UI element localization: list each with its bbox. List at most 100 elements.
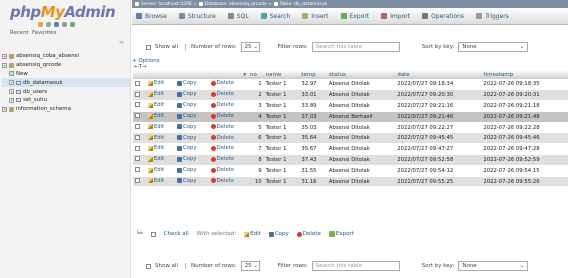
row-checkbox[interactable]	[133, 111, 146, 123]
cell-timestamp[interactable]: 2022-07-26 09:18:35	[481, 79, 568, 91]
copy-button[interactable]: Copy	[177, 145, 196, 151]
row-checkbox[interactable]	[133, 165, 146, 177]
tree-node-label[interactable]: set_suhu	[23, 97, 47, 103]
copy-button[interactable]: Copy	[177, 124, 196, 130]
copy-button[interactable]: Copy	[177, 80, 196, 86]
cell-no[interactable]: 4	[248, 111, 264, 123]
copy-button[interactable]: Copy	[177, 156, 196, 162]
cell-no[interactable]: 2	[248, 89, 264, 102]
cell-no[interactable]: 5	[248, 122, 264, 134]
tree-node-label[interactable]: absensiq_qrcode	[16, 62, 61, 68]
cell-status[interactable]: Absensi Ditolak	[326, 100, 396, 112]
table-row[interactable]: Edit Copy Delete 9 Tester 1 31.55 Absensi Dito…	[133, 165, 568, 177]
rows-select-bottom[interactable]: 25 ⌄	[240, 261, 260, 271]
cell-no[interactable]: 1	[248, 79, 264, 91]
cell-date[interactable]: 2022/07/27 09:52:58	[395, 154, 482, 166]
table-row[interactable]: Edit Copy Delete 1 Tester 1 32.97 Absensi Dito…	[133, 79, 568, 91]
cell-no[interactable]: 8	[248, 154, 264, 166]
show-all-checkbox[interactable]	[146, 44, 151, 50]
edit-button[interactable]: Edit	[147, 124, 164, 130]
copy-button[interactable]: Copy	[177, 167, 196, 173]
rows-select[interactable]: 25 ⌄	[240, 42, 260, 52]
cell-name[interactable]: Tester 1	[263, 89, 300, 102]
table-row[interactable]: Edit Copy Delete 4 Tester 1 37.03 Absensi Berh…	[133, 111, 568, 123]
tree-node-label[interactable]: absensiq_coba_absensi	[16, 53, 79, 59]
cell-status[interactable]: Absensi Ditolak	[326, 89, 396, 102]
check-all-checkbox[interactable]	[150, 231, 156, 237]
cell-timestamp[interactable]: 2022-07-26 09:22:28	[481, 122, 568, 134]
cell-temp[interactable]: 31.55	[299, 165, 327, 177]
expand-icon[interactable]: +	[9, 80, 14, 86]
cell-temp[interactable]: 35.64	[299, 132, 327, 145]
delete-button[interactable]: Delete	[210, 156, 234, 162]
cell-timestamp[interactable]: 2022-07-26 09:55:26	[481, 176, 568, 188]
copy-button[interactable]: Copy	[177, 135, 196, 141]
column-header-date[interactable]: date	[395, 70, 482, 79]
tree-node[interactable]: + set_suhu	[2, 96, 130, 105]
delete-button[interactable]: Delete	[210, 145, 234, 151]
row-checkbox[interactable]	[133, 132, 146, 145]
edit-button[interactable]: Edit	[147, 102, 164, 108]
row-checkbox[interactable]	[133, 143, 146, 156]
filter-input[interactable]: Search this table	[311, 42, 400, 52]
expand-icon[interactable]: +	[2, 106, 7, 112]
cell-temp[interactable]: 37.43	[299, 154, 327, 166]
cell-status[interactable]: Absensi Ditolak	[326, 165, 396, 177]
cell-name[interactable]: Tester 1	[263, 143, 300, 156]
edit-button[interactable]: Edit	[147, 178, 164, 184]
table-row[interactable]: Edit Copy Delete 6 Tester 1 35.64 Absensi Dito…	[133, 132, 568, 145]
filter-input-bottom[interactable]: Search this table	[311, 261, 400, 271]
cell-temp[interactable]: 35.67	[299, 143, 327, 156]
cell-name[interactable]: Tester 1	[263, 132, 300, 145]
expand-icon[interactable]: +	[9, 89, 14, 95]
column-header-name[interactable]: name	[263, 70, 300, 79]
row-checkbox[interactable]	[133, 122, 146, 134]
cell-temp[interactable]: 33.01	[299, 89, 327, 102]
cell-temp[interactable]: 32.97	[299, 79, 327, 91]
tree-node[interactable]: + absensiq_coba_absensi	[2, 52, 130, 61]
column-header-no[interactable]: no	[248, 70, 264, 79]
tree-node[interactable]: + db_users	[2, 87, 130, 96]
cell-status[interactable]: Absensi Ditolak	[326, 132, 396, 145]
cell-status[interactable]: Absensi Ditolak	[326, 143, 396, 156]
edit-button[interactable]: Edit	[147, 91, 164, 97]
column-header-status[interactable]: status	[326, 70, 396, 79]
tab-recent[interactable]: Recent	[10, 30, 29, 36]
delete-button[interactable]: Delete	[210, 135, 234, 141]
edit-button[interactable]: Edit	[147, 113, 164, 119]
table-row[interactable]: Edit Copy Delete 10 Tester 1 31.16 Absensi Dit…	[133, 176, 568, 188]
cell-status[interactable]: Absensi Ditolak	[326, 176, 396, 188]
settings-icon[interactable]	[62, 22, 67, 27]
sort-select[interactable]: None ⌄	[458, 42, 529, 52]
tree-node-label[interactable]: db_datamasuk	[23, 80, 63, 86]
cell-no[interactable]: 7	[248, 143, 264, 156]
cell-timestamp[interactable]: 2022-07-26 09:21:48	[481, 111, 568, 123]
delete-button[interactable]: Delete	[210, 80, 234, 86]
cell-status[interactable]: Absensi Ditolak	[326, 154, 396, 166]
cell-name[interactable]: Tester 1	[263, 111, 300, 123]
cell-temp[interactable]: 31.16	[299, 176, 327, 188]
edit-button[interactable]: Edit	[147, 135, 164, 141]
cell-name[interactable]: Tester 1	[263, 165, 300, 177]
copy-button[interactable]: Copy	[177, 91, 196, 97]
cell-timestamp[interactable]: 2022-07-26 09:54:15	[481, 165, 568, 177]
tab-operations[interactable]: Operations	[422, 13, 464, 20]
cell-date[interactable]: 2022/07/27 09:20:30	[395, 89, 482, 102]
table-row[interactable]: Edit Copy Delete 2 Tester 1 33.01 Absensi Dito…	[133, 89, 568, 102]
delete-button[interactable]: Delete	[210, 91, 234, 97]
cell-status[interactable]: Absensi Ditolak	[326, 79, 396, 91]
check-all-label[interactable]: Check all	[164, 231, 189, 237]
bulk-copy-button[interactable]: Copy	[268, 231, 289, 237]
cell-date[interactable]: 2022/07/27 09:18:34	[395, 79, 482, 91]
table-row[interactable]: Edit Copy Delete 3 Tester 1 33.89 Absensi Dito…	[133, 100, 568, 112]
tab-favorites[interactable]: Favorites	[32, 30, 56, 36]
copy-button[interactable]: Copy	[177, 178, 196, 184]
cell-date[interactable]: 2022/07/27 09:55:25	[395, 176, 482, 188]
cell-name[interactable]: Tester 1	[263, 79, 300, 91]
delete-button[interactable]: Delete	[210, 113, 234, 119]
edit-button[interactable]: Edit	[147, 145, 164, 151]
cell-name[interactable]: Tester 1	[263, 122, 300, 134]
cell-status[interactable]: Absensi Ditolak	[326, 122, 396, 134]
cell-date[interactable]: 2022/07/27 09:21:16	[395, 100, 482, 112]
tab-import[interactable]: Import	[381, 13, 410, 20]
